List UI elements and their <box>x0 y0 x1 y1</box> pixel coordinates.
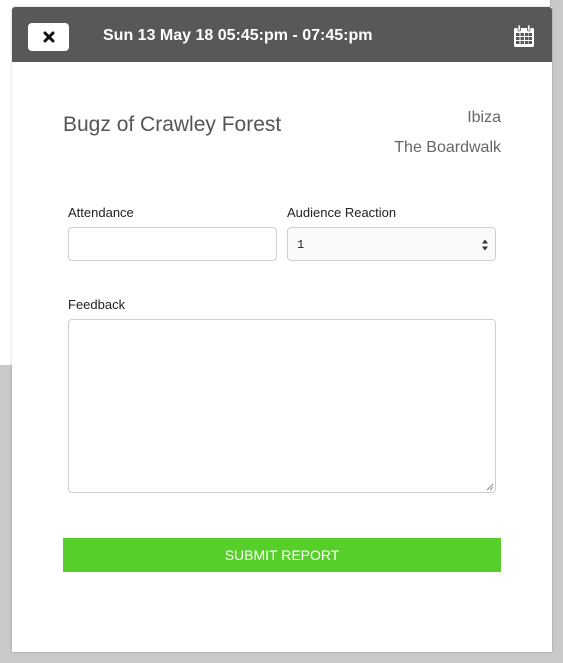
venue-city: Ibiza <box>467 109 501 126</box>
event-report-modal: Sun 13 May 18 05:45:pm - 07:45:pm Bugz o… <box>12 7 552 652</box>
venue-name: The Boardwalk <box>394 139 501 156</box>
event-name: Bugz of Crawley Forest <box>63 113 282 136</box>
audience-reaction-value: 1 <box>297 238 305 252</box>
attendance-label: Attendance <box>68 205 134 220</box>
modal-header: Sun 13 May 18 05:45:pm - 07:45:pm <box>12 7 552 62</box>
select-arrows-icon <box>482 239 488 251</box>
attendance-input[interactable] <box>68 227 277 261</box>
close-button[interactable] <box>28 23 69 51</box>
audience-reaction-select[interactable]: 1 <box>287 227 496 261</box>
feedback-label: Feedback <box>68 297 126 312</box>
feedback-textarea[interactable] <box>68 319 496 493</box>
event-datetime: Sun 13 May 18 05:45:pm - 07:45:pm <box>103 27 373 44</box>
resize-handle-icon[interactable] <box>486 483 494 491</box>
calendar-icon[interactable] <box>513 24 535 48</box>
audience-reaction-label: Audience Reaction <box>287 205 397 220</box>
close-icon <box>43 31 54 43</box>
submit-report-button[interactable]: SUBMIT REPORT <box>63 538 501 572</box>
